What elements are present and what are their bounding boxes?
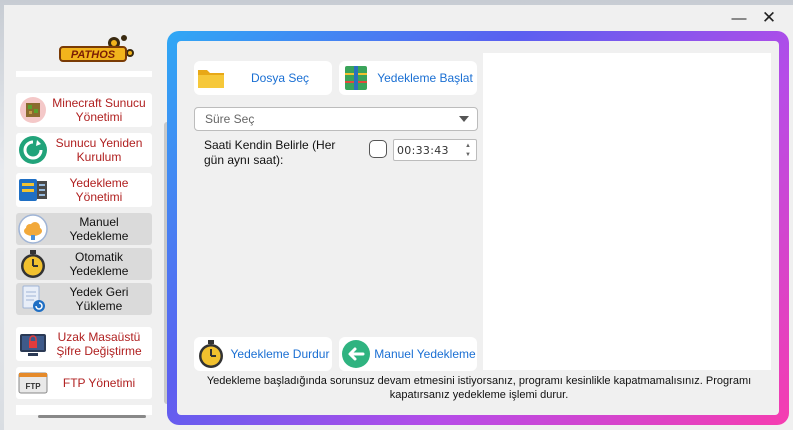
sidebar-item-label: Yedek Geri Yükleme <box>69 285 129 313</box>
cloud-icon <box>16 213 50 245</box>
duration-select-value: Süre Seç <box>205 112 255 126</box>
clock-icon <box>16 248 50 280</box>
sidebar-item-label: Otomatik Yedekleme <box>69 250 129 278</box>
sidebar-item-label: Minecraft Sunucu Yönetimi <box>52 96 146 124</box>
archive-icon <box>339 61 373 95</box>
warning-text: Yedekleme başladığında sorunsuz devam et… <box>206 375 752 401</box>
ftp-icon: FTP <box>16 367 50 399</box>
sidebar-item-auto-backup[interactable]: Otomatik Yedekleme <box>16 248 152 280</box>
sidebar-item-backup-management[interactable]: Yedekleme Yönetimi <box>16 173 152 207</box>
minecraft-icon <box>16 94 50 126</box>
sidebar-horizontal-scrollbar[interactable] <box>38 415 146 418</box>
spin-up-icon[interactable]: ▲ <box>461 141 475 150</box>
select-folder-button[interactable]: Dosya Seç <box>194 61 332 95</box>
manual-time-label: Saati Kendin Belirle (Her gün aynı saat)… <box>204 138 336 167</box>
backup-folder-icon <box>16 174 50 206</box>
manual-backup-button[interactable]: Manuel Yedekleme <box>339 337 477 371</box>
stop-backup-button[interactable]: Yedekleme Durdur <box>194 337 332 371</box>
sidebar-item-minecraft[interactable]: Minecraft Sunucu Yönetimi <box>16 93 152 127</box>
restore-icon <box>16 283 50 315</box>
previous-item-edge <box>16 71 152 77</box>
chevron-down-icon <box>459 116 469 122</box>
spin-down-icon[interactable]: ▼ <box>461 150 475 159</box>
refresh-icon <box>16 134 50 166</box>
svg-text:FTP: FTP <box>25 382 41 391</box>
folder-icon <box>194 61 228 95</box>
sidebar-item-restore[interactable]: Yedek Geri Yükleme <box>16 283 152 315</box>
sidebar-item-label: FTP Yönetimi <box>62 376 136 390</box>
sidebar-item-manual-backup[interactable]: Manuel Yedekleme <box>16 213 152 245</box>
app-window: — ✕ PATHOS Minecraft Sunucu Yönetimi Sun… <box>4 5 793 430</box>
sidebar-item-label: Sunucu Yeniden Kurulum <box>55 136 143 164</box>
next-item-edge <box>16 405 152 415</box>
svg-text:PATHOS: PATHOS <box>71 49 116 61</box>
sidebar: PATHOS Minecraft Sunucu Yönetimi Sunucu … <box>12 27 172 427</box>
pathos-logo: PATHOS <box>59 35 134 62</box>
minimize-button[interactable]: — <box>726 8 752 28</box>
sidebar-item-ftp[interactable]: FTP FTP Yönetimi <box>16 367 152 399</box>
manual-time-checkbox[interactable] <box>369 140 387 158</box>
sidebar-item-rdp-password[interactable]: Uzak Masaüstü Şifre Değiştirme <box>16 327 152 361</box>
lock-screen-icon <box>16 328 50 360</box>
sidebar-nav: Minecraft Sunucu Yönetimi Sunucu Yeniden… <box>14 71 154 421</box>
sidebar-item-reinstall[interactable]: Sunucu Yeniden Kurulum <box>16 133 152 167</box>
time-picker[interactable]: 00:33:43 ▲ ▼ <box>393 139 477 161</box>
time-spinner: ▲ ▼ <box>461 141 475 159</box>
arrow-left-icon <box>339 337 373 371</box>
content-frame: Dosya Seç Yedekleme Başlat Süre Seç Saat… <box>167 31 789 425</box>
backup-log-area[interactable] <box>483 53 771 370</box>
close-button[interactable]: ✕ <box>756 8 782 28</box>
sidebar-item-label: Uzak Masaüstü Şifre Değiştirme <box>56 330 142 358</box>
sidebar-item-label: Yedekleme Yönetimi <box>69 176 129 204</box>
duration-select[interactable]: Süre Seç <box>194 107 478 131</box>
time-value: 00:33:43 <box>397 144 449 157</box>
stopwatch-icon <box>194 337 228 371</box>
sidebar-item-label: Manuel Yedekleme <box>69 215 129 243</box>
backup-panel: Dosya Seç Yedekleme Başlat Süre Seç Saat… <box>177 41 779 415</box>
start-backup-button[interactable]: Yedekleme Başlat <box>339 61 477 95</box>
